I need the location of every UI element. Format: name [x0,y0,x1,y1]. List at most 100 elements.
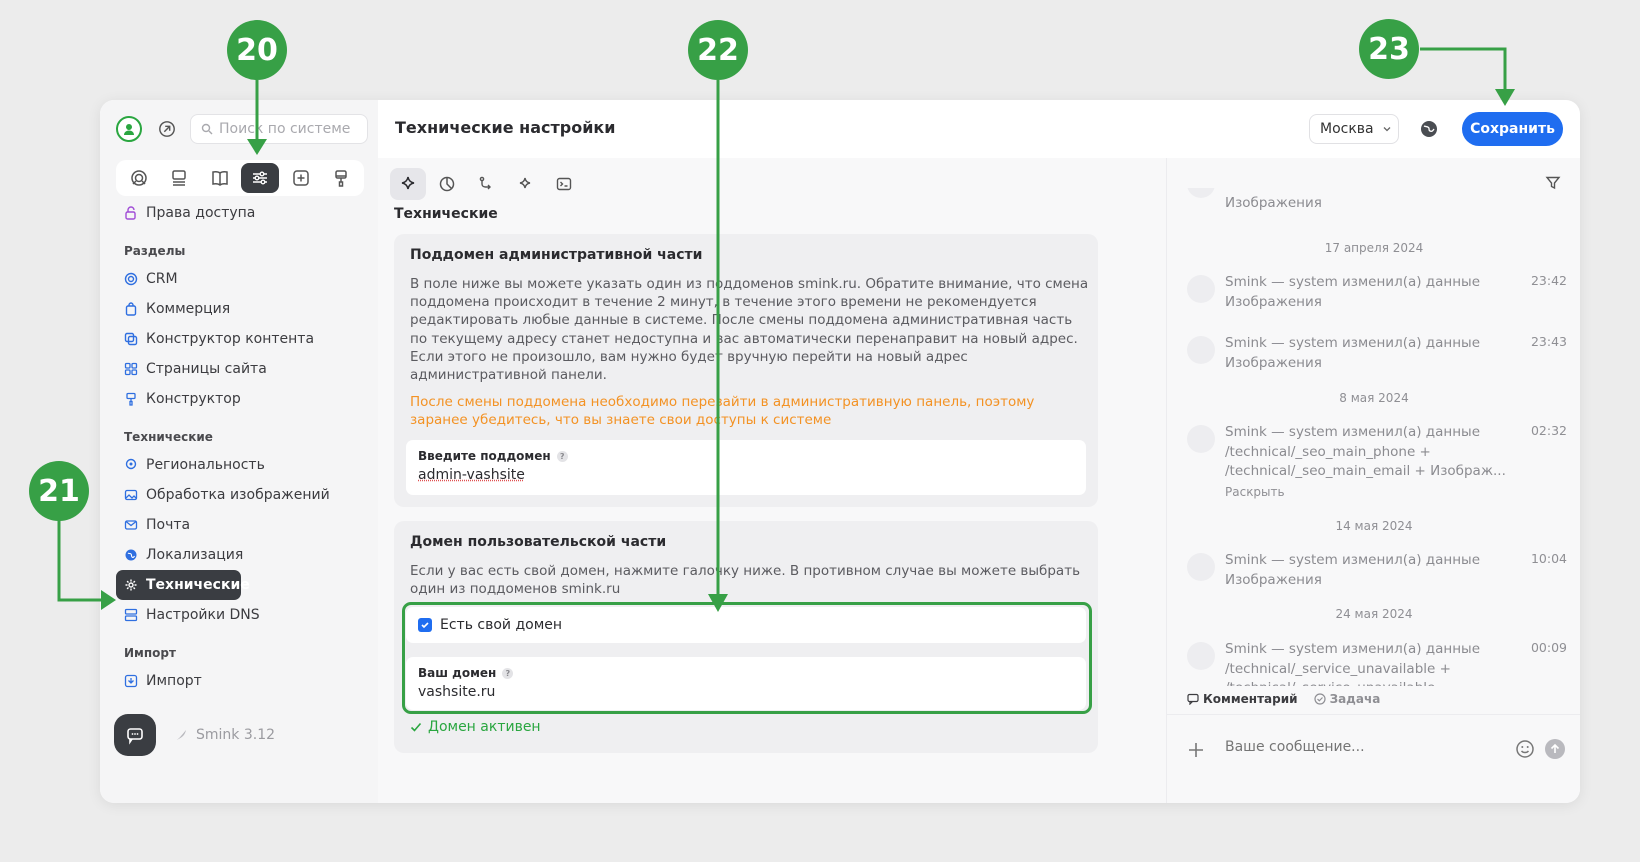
domain-field-label: Ваш домен [418,666,497,680]
activity-avatar [1187,275,1215,303]
attach-plus-icon[interactable] [1187,741,1205,759]
version-label: Smink 3.12 [196,727,276,743]
pie-chart-icon [439,176,455,192]
sidebar-item-import[interactable]: Импорт [116,666,364,696]
plus-square-icon [292,170,309,186]
help-icon[interactable]: ? [502,667,514,679]
book-icon [212,170,228,186]
tab-crm[interactable] [120,163,158,193]
sidebar-item-builder[interactable]: Конструктор [116,384,364,414]
sidebar-item-label: Обработка изображений [146,487,330,503]
annotation-marker: 21 [29,461,89,521]
user-avatar[interactable] [116,116,142,142]
search-placeholder: Поиск по системе [219,121,351,137]
settings-toolbar [390,168,585,200]
annotation-marker: 22 [688,20,748,80]
sparkle-icon [519,177,531,189]
emoji-icon[interactable] [1515,739,1535,759]
tool-general[interactable] [390,168,426,200]
activity-time: 23:42 [1530,273,1567,288]
subdomain-card-title: Поддомен административной части [410,247,703,263]
grid-icon [124,362,138,376]
tool-routing[interactable] [468,168,504,200]
own-domain-checkbox[interactable]: Есть свой домен [406,607,1086,643]
route-icon [479,176,491,190]
activity-avatar [1187,553,1215,581]
sidebar-item-dns[interactable]: Настройки DNS [116,600,364,630]
tab-settings[interactable] [241,163,280,193]
tool-stats[interactable] [429,168,465,200]
comment-tag[interactable]: Комментарий [1187,692,1298,706]
activity-text: Smink — system изменил(а) данные Изображ… [1225,335,1481,371]
activity-avatar [1187,425,1215,453]
subdomain-input[interactable]: admin-vashsite [418,467,525,483]
sidebar-group-title: Разделы [124,244,186,258]
download-icon [124,674,138,688]
tab-add[interactable] [282,163,320,193]
subdomain-card: Поддомен административной части В поле н… [394,234,1098,507]
sidebar-item-label: Почта [146,517,191,533]
sidebar-item-mail[interactable]: Почта [116,510,364,540]
help-icon[interactable]: ? [556,450,568,462]
sidebar-item-label: Импорт [146,673,202,689]
sidebar-item-regionality[interactable]: Региональность [116,450,364,480]
check-icon [421,622,429,629]
domain-field[interactable]: Ваш домен ? vashsite.ru [406,657,1086,710]
sidebar-item-content-builder[interactable]: Конструктор контента [116,324,364,354]
external-link-button[interactable] [156,118,178,140]
sidebar-item-pages[interactable]: Страницы сайта [116,354,364,384]
sidebar-item-access[interactable]: Права доступа [116,198,364,228]
send-button[interactable] [1545,739,1565,759]
tab-media[interactable] [160,163,198,193]
section-title: Технические [394,206,498,222]
sliders-icon [253,171,268,185]
globe-icon [125,549,137,561]
activity-text: Изображения [1225,195,1322,211]
sidebar-nav: Права доступа Разделы CRM Коммерция Конс… [116,198,364,696]
activity-text: Smink — system изменил(а) данные Изображ… [1225,274,1481,310]
app-window: Поиск по системе Права доступа Разделы C… [100,100,1580,803]
tab-design[interactable] [322,163,360,193]
language-button[interactable] [1418,118,1440,140]
checkbox-checked[interactable] [418,618,432,632]
main-panel: Технические Поддомен административной ча… [378,158,1166,803]
sidebar: Поиск по системе Права доступа Разделы C… [100,100,378,803]
page-title: Технические настройки [395,118,616,137]
activity-time: 10:04 [1530,551,1567,566]
sidebar-item-label: Технические [146,577,250,593]
tool-ai[interactable] [507,168,543,200]
save-button[interactable]: Сохранить [1462,112,1563,146]
comment-icon [1187,693,1199,705]
tool-console[interactable] [546,168,582,200]
message-input[interactable] [1225,739,1515,755]
task-tag[interactable]: Задача [1313,692,1380,706]
activity-text: Smink — system изменил(а) данные Изображ… [1225,552,1481,588]
domain-card-title: Домен пользовательской части [410,534,667,550]
date-separator: 24 мая 2024 [1335,607,1413,621]
sidebar-item-technical[interactable]: Технические [116,570,250,600]
domain-input[interactable]: vashsite.ru [418,684,495,700]
activity-time: 23:43 [1530,334,1567,349]
location-pin-icon [125,458,137,470]
paint-roller-icon [335,170,347,187]
tab-docs[interactable] [201,163,239,193]
sidebar-item-image-processing[interactable]: Обработка изображений [116,480,364,510]
domain-description: Если у вас есть свой домен, нажмите гало… [410,563,1081,598]
sidebar-item-commerce[interactable]: Коммерция [116,294,364,324]
activity-time: 00:09 [1530,640,1567,655]
expand-link[interactable]: Раскрыть [1225,485,1285,499]
sidebar-item-localization[interactable]: Локализация [116,540,364,570]
sidebar-item-label: Конструктор [146,391,241,407]
sidebar-item-crm[interactable]: CRM [116,264,364,294]
subdomain-field[interactable]: Введите поддомен ? admin-vashsite [406,440,1086,495]
activity-time: 02:32 [1530,423,1567,438]
support-chat-button[interactable] [114,714,156,756]
mail-icon [124,520,138,530]
sidebar-group-title: Технические [124,430,213,444]
activity-text: Smink — system изменил(а) данные /techni… [1225,424,1506,479]
domain-status: Домен активен [410,719,541,735]
city-select[interactable]: Москва [1309,114,1399,144]
sidebar-item-label: Страницы сайта [146,361,267,377]
search-input[interactable]: Поиск по системе [190,114,368,144]
date-separator: 8 мая 2024 [1339,391,1409,405]
